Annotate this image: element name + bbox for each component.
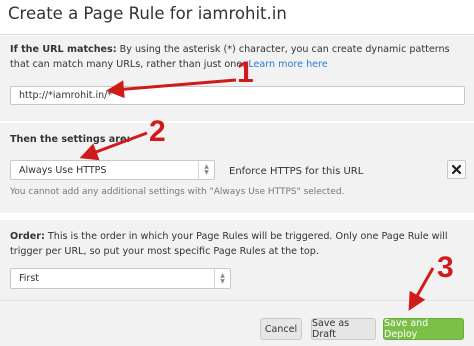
annotation-number-3: 3	[437, 251, 454, 284]
annotation-arrow-3	[408, 267, 435, 311]
annotation-arrow-2	[79, 131, 148, 161]
annotation-arrow-1	[106, 78, 237, 99]
annotation-number-1: 1	[237, 56, 254, 89]
annotation-arrows	[79, 78, 435, 311]
annotation-number-2: 2	[149, 115, 166, 148]
